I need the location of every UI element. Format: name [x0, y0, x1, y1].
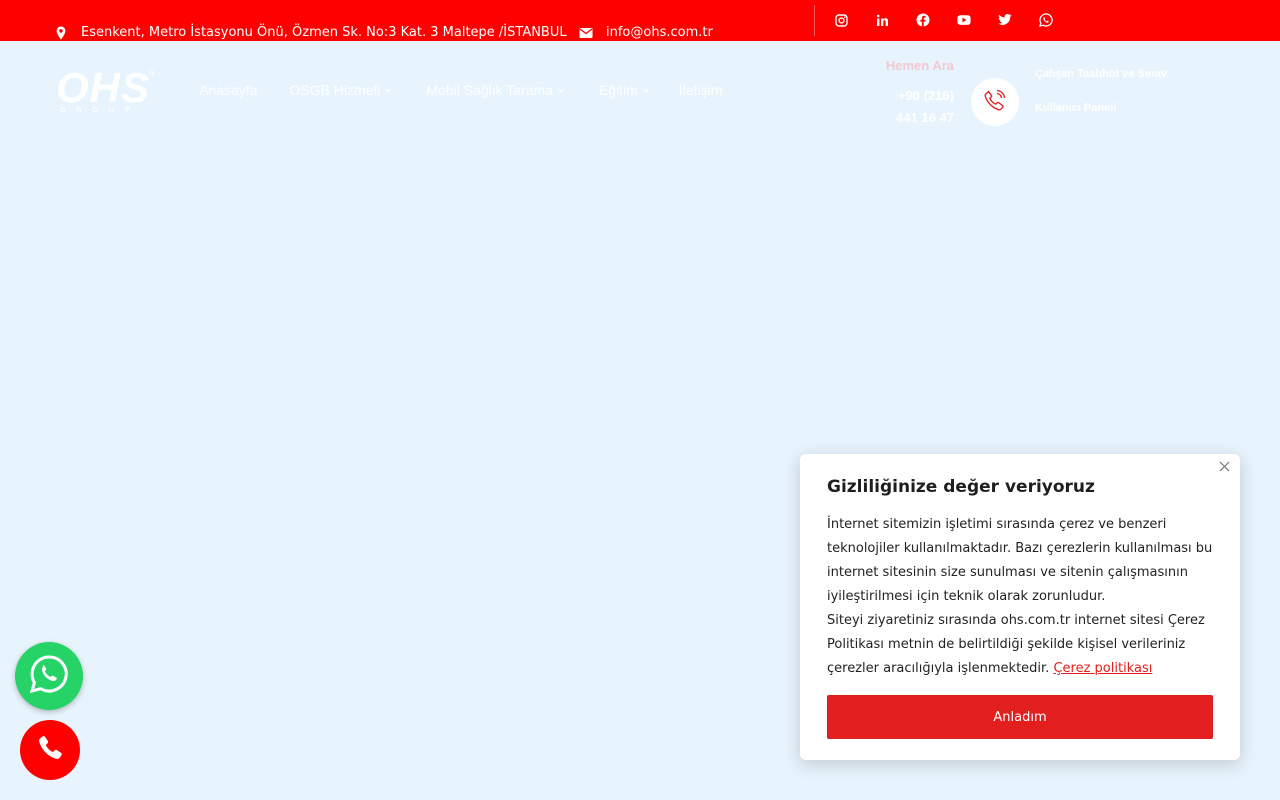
social-links	[834, 12, 1080, 28]
main-nav: Anasayfa OSGB Hizmeti Mobil Sağlık Taram…	[199, 82, 722, 98]
cookie-consent-panel: Gizliliğinize değer veriyoruz İnternet s…	[800, 454, 1240, 760]
whatsapp-icon	[28, 653, 70, 699]
whatsapp-float-button[interactable]	[15, 642, 83, 710]
top-bar: Esenkent, Metro İstasyonu Önü, Özmen Sk.…	[0, 0, 1280, 41]
cookie-policy-link[interactable]: Çerez politikası	[1053, 661, 1152, 676]
cookie-text-1: İnternet sitemizin işletimi sırasında çe…	[827, 517, 1213, 604]
employee-exam-link[interactable]: Çalışan Taahhüt ve Sınav	[1035, 66, 1167, 83]
topbar-divider	[814, 5, 815, 36]
nav-item-label: İletişim	[678, 82, 723, 98]
map-marker-icon	[54, 26, 68, 40]
phone-icon	[35, 733, 65, 767]
nav-item-iletisim[interactable]: İletişim	[679, 82, 723, 98]
whatsapp-small-icon[interactable]	[1039, 12, 1053, 28]
call-phone[interactable]: +90 (216) 441 16 47	[860, 85, 954, 129]
close-icon[interactable]	[1216, 458, 1232, 474]
nav-item-egitim[interactable]: Eğitim	[599, 82, 651, 98]
nav-item-label: OSGB Hizmeti	[289, 82, 381, 98]
email-info[interactable]: info@ohs.com.tr	[579, 12, 713, 53]
instagram-icon[interactable]	[834, 12, 848, 28]
call-button[interactable]	[971, 78, 1019, 126]
twitter-icon[interactable]	[998, 12, 1012, 28]
nav-item-label: Mobil Sağlık Tarama	[426, 82, 553, 98]
cookie-text-2: Siteyi ziyaretiniz sırasında ohs.com.tr …	[827, 609, 1217, 681]
user-panel-link[interactable]: Kullanıcı Paneli	[1035, 100, 1167, 117]
cookie-body: İnternet sitemizin işletimi sırasında çe…	[827, 513, 1217, 681]
linkedin-icon[interactable]	[875, 12, 889, 28]
call-float-button[interactable]	[20, 720, 80, 780]
nav-item-mobil-saglik-tarama[interactable]: Mobil Sağlık Tarama	[426, 82, 566, 98]
header-links: Çalışan Taahhüt ve Sınav Kullanıcı Panel…	[1035, 66, 1167, 117]
phone-line-2: 441 16 47	[896, 110, 954, 125]
accept-cookies-button[interactable]: Anladım	[827, 695, 1213, 739]
nav-item-osgb-hizmeti[interactable]: OSGB Hizmeti	[289, 82, 393, 98]
ohs-logo[interactable]: OHS GROUP ®	[56, 66, 156, 122]
address-info: Esenkent, Metro İstasyonu Önü, Özmen Sk.…	[54, 12, 567, 53]
nav-item-label: Anasayfa	[199, 82, 258, 98]
registered-icon: ®	[148, 69, 155, 77]
phone-line-1: +90 (216)	[897, 88, 954, 103]
phone-ringing-icon	[982, 87, 1008, 117]
email-text[interactable]: info@ohs.com.tr	[606, 25, 713, 40]
facebook-icon[interactable]	[916, 12, 930, 28]
envelope-icon	[579, 26, 593, 40]
cookie-title: Gizliliğinize değer veriyoruz	[827, 477, 1095, 497]
call-label: Hemen Ara	[885, 58, 954, 73]
chevron-down-icon	[383, 85, 393, 95]
logo-main: OHS	[56, 64, 151, 111]
address-text: Esenkent, Metro İstasyonu Önü, Özmen Sk.…	[81, 25, 567, 40]
youtube-icon[interactable]	[957, 12, 971, 28]
nav-item-anasayfa[interactable]: Anasayfa	[199, 82, 257, 98]
chevron-down-icon	[556, 85, 566, 95]
nav-item-label: Eğitim	[598, 82, 638, 98]
chevron-down-icon	[641, 85, 651, 95]
